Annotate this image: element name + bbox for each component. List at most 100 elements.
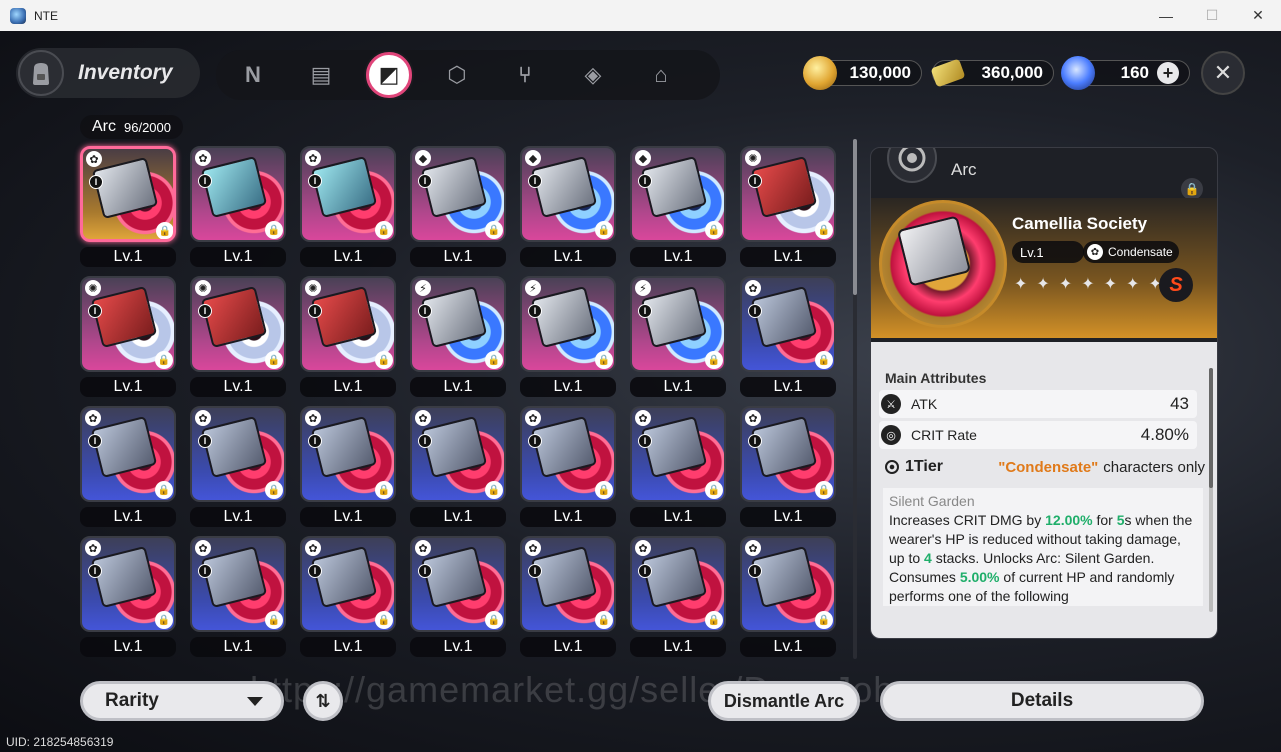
gameboy-tab[interactable]: ▤: [298, 52, 344, 98]
box-icon: ⬡: [447, 62, 467, 87]
lock-icon: 🔒: [265, 221, 283, 239]
lock-icon: 🔒: [155, 351, 173, 369]
arc-card[interactable]: ✿ I 🔒 Lv.1: [190, 406, 286, 530]
lock-icon: 🔒: [705, 221, 723, 239]
element-icon: ✿: [305, 150, 321, 166]
star-icon: ✦: [1103, 276, 1118, 293]
tier-mark: I: [528, 434, 542, 448]
arc-level: Lv.1: [410, 247, 506, 267]
effect-description[interactable]: Silent Garden Increases CRIT DMG by 12.0…: [883, 488, 1203, 606]
arc-tile: ✿ I 🔒: [190, 406, 286, 502]
element-icon: ✿: [525, 540, 541, 556]
fork-knife-tab[interactable]: ⑂: [502, 52, 548, 98]
grid-scrollbar-thumb[interactable]: [853, 139, 857, 295]
house-tab[interactable]: ⌂: [638, 52, 684, 98]
item-tag-label: Condensate: [1108, 245, 1173, 259]
arc-card[interactable]: ✿ I 🔒 Lv.1: [300, 146, 396, 270]
grid-scrollbar[interactable]: [853, 139, 857, 659]
box-tab[interactable]: ⬡: [434, 52, 480, 98]
cube-tab[interactable]: ◈: [570, 52, 616, 98]
arc-card[interactable]: ⚡ I 🔒 Lv.1: [410, 276, 506, 400]
gameboy-icon: ▤: [310, 62, 332, 87]
dismantle-arc-button[interactable]: Dismantle Arc: [708, 681, 860, 721]
arc-card[interactable]: ✺ I 🔒 Lv.1: [300, 276, 396, 400]
lock-icon: 🔒: [375, 611, 393, 629]
sort-order-button[interactable]: ⇅: [303, 681, 343, 721]
star-icon: ✦: [1036, 276, 1050, 293]
arc-tile: ✿ I 🔒: [740, 536, 836, 632]
lock-icon: 🔒: [705, 481, 723, 499]
element-icon: ◆: [415, 150, 431, 166]
arc-card[interactable]: ⚡ I 🔒 Lv.1: [520, 276, 616, 400]
arc-tile: ◆ I 🔒: [520, 146, 616, 242]
arc-card[interactable]: ✿ I 🔒 Lv.1: [520, 406, 616, 530]
arc-level: Lv.1: [740, 377, 836, 397]
effect-name: Silent Garden: [889, 493, 975, 509]
arc-card[interactable]: ✿ I 🔒 Lv.1: [80, 406, 176, 530]
attributes-scrollbar[interactable]: [1209, 368, 1213, 612]
arc-card[interactable]: ✿ I 🔒 Lv.1: [410, 536, 506, 660]
tier-mark: I: [748, 564, 762, 578]
maximize-button[interactable]: ☐: [1189, 0, 1235, 31]
inventory-header: Inventory: [16, 48, 200, 98]
arc-level: Lv.1: [630, 637, 726, 657]
n-logo-tab[interactable]: N: [230, 52, 276, 98]
lock-toggle-icon[interactable]: 🔒: [1181, 178, 1203, 200]
element-icon: ✿: [635, 410, 651, 426]
tier-mark: I: [748, 304, 762, 318]
arc-level: Lv.1: [520, 377, 616, 397]
arc-card[interactable]: ✿ I 🔒 Lv.1: [300, 406, 396, 530]
arc-card[interactable]: ✿ I 🔒 Lv.1: [80, 536, 176, 660]
arc-card[interactable]: ✿ I 🔒 Lv.1: [630, 536, 726, 660]
arc-level: Lv.1: [520, 247, 616, 267]
arc-card[interactable]: ✺ I 🔒 Lv.1: [80, 276, 176, 400]
arc-card[interactable]: ✿ I 🔒 Lv.1: [190, 146, 286, 270]
element-icon: ✿: [195, 410, 211, 426]
arc-card[interactable]: ✿ I 🔒 Lv.1: [740, 536, 836, 660]
add-crystal-button[interactable]: +: [1157, 62, 1179, 84]
attribute-row-crit-rate: ◎ CRIT Rate 4.80%: [879, 421, 1197, 449]
arc-level: Lv.1: [300, 377, 396, 397]
arc-card[interactable]: ✺ I 🔒 Lv.1: [190, 276, 286, 400]
tier-mark: I: [198, 304, 212, 318]
arc-cartridge-tab[interactable]: ◩: [366, 52, 412, 98]
arc-card[interactable]: ✿ I 🔒 Lv.1: [740, 406, 836, 530]
arc-tile: ✿ I 🔒: [80, 146, 176, 242]
arc-card[interactable]: ✿ I 🔒 Lv.1: [80, 146, 176, 270]
arc-card[interactable]: ✿ I 🔒 Lv.1: [410, 406, 506, 530]
attributes-scrollbar-thumb[interactable]: [1209, 368, 1213, 488]
lock-icon: 🔒: [595, 221, 613, 239]
arc-card[interactable]: ✿ I 🔒 Lv.1: [740, 276, 836, 400]
tier-condition-suffix: characters only: [1103, 458, 1205, 476]
arc-card[interactable]: ✿ I 🔒 Lv.1: [630, 406, 726, 530]
attribute-value: 4.80%: [1140, 425, 1189, 444]
arc-card[interactable]: ◆ I 🔒 Lv.1: [520, 146, 616, 270]
window-close-button[interactable]: ✕: [1235, 0, 1281, 31]
arc-card[interactable]: ✺ I 🔒 Lv.1: [740, 146, 836, 270]
arc-card[interactable]: ⚡ I 🔒 Lv.1: [630, 276, 726, 400]
item-level: Lv.1: [1012, 241, 1084, 263]
element-icon: ✿: [745, 410, 761, 426]
tier-mark: I: [418, 564, 432, 578]
arc-level: Lv.1: [410, 507, 506, 527]
lock-icon: 🔒: [375, 351, 393, 369]
arc-count-label: Arc: [92, 118, 116, 135]
star-icon: ✦: [1081, 276, 1095, 293]
backpack-icon: [18, 50, 64, 96]
arc-card[interactable]: ✿ I 🔒 Lv.1: [300, 536, 396, 660]
arc-tile: ✿ I 🔒: [300, 536, 396, 632]
arc-card[interactable]: ✿ I 🔒 Lv.1: [190, 536, 286, 660]
lock-icon: 🔒: [265, 351, 283, 369]
item-tag: ✿ Condensate: [1083, 241, 1179, 263]
arc-card[interactable]: ◆ I 🔒 Lv.1: [410, 146, 506, 270]
arc-level: Lv.1: [410, 377, 506, 397]
detail-panel: Arc 🔒 Camellia Society Lv.1 ✿ Condensate…: [870, 147, 1218, 639]
rarity-sort-dropdown[interactable]: Rarity: [80, 681, 284, 721]
minimize-button[interactable]: —: [1143, 0, 1189, 31]
details-button[interactable]: Details: [880, 681, 1204, 721]
close-inventory-button[interactable]: ✕: [1201, 51, 1245, 95]
arc-cartridge-icon: ◩: [378, 62, 400, 87]
arc-tile: ✺ I 🔒: [300, 276, 396, 372]
arc-card[interactable]: ✿ I 🔒 Lv.1: [520, 536, 616, 660]
arc-card[interactable]: ◆ I 🔒 Lv.1: [630, 146, 726, 270]
